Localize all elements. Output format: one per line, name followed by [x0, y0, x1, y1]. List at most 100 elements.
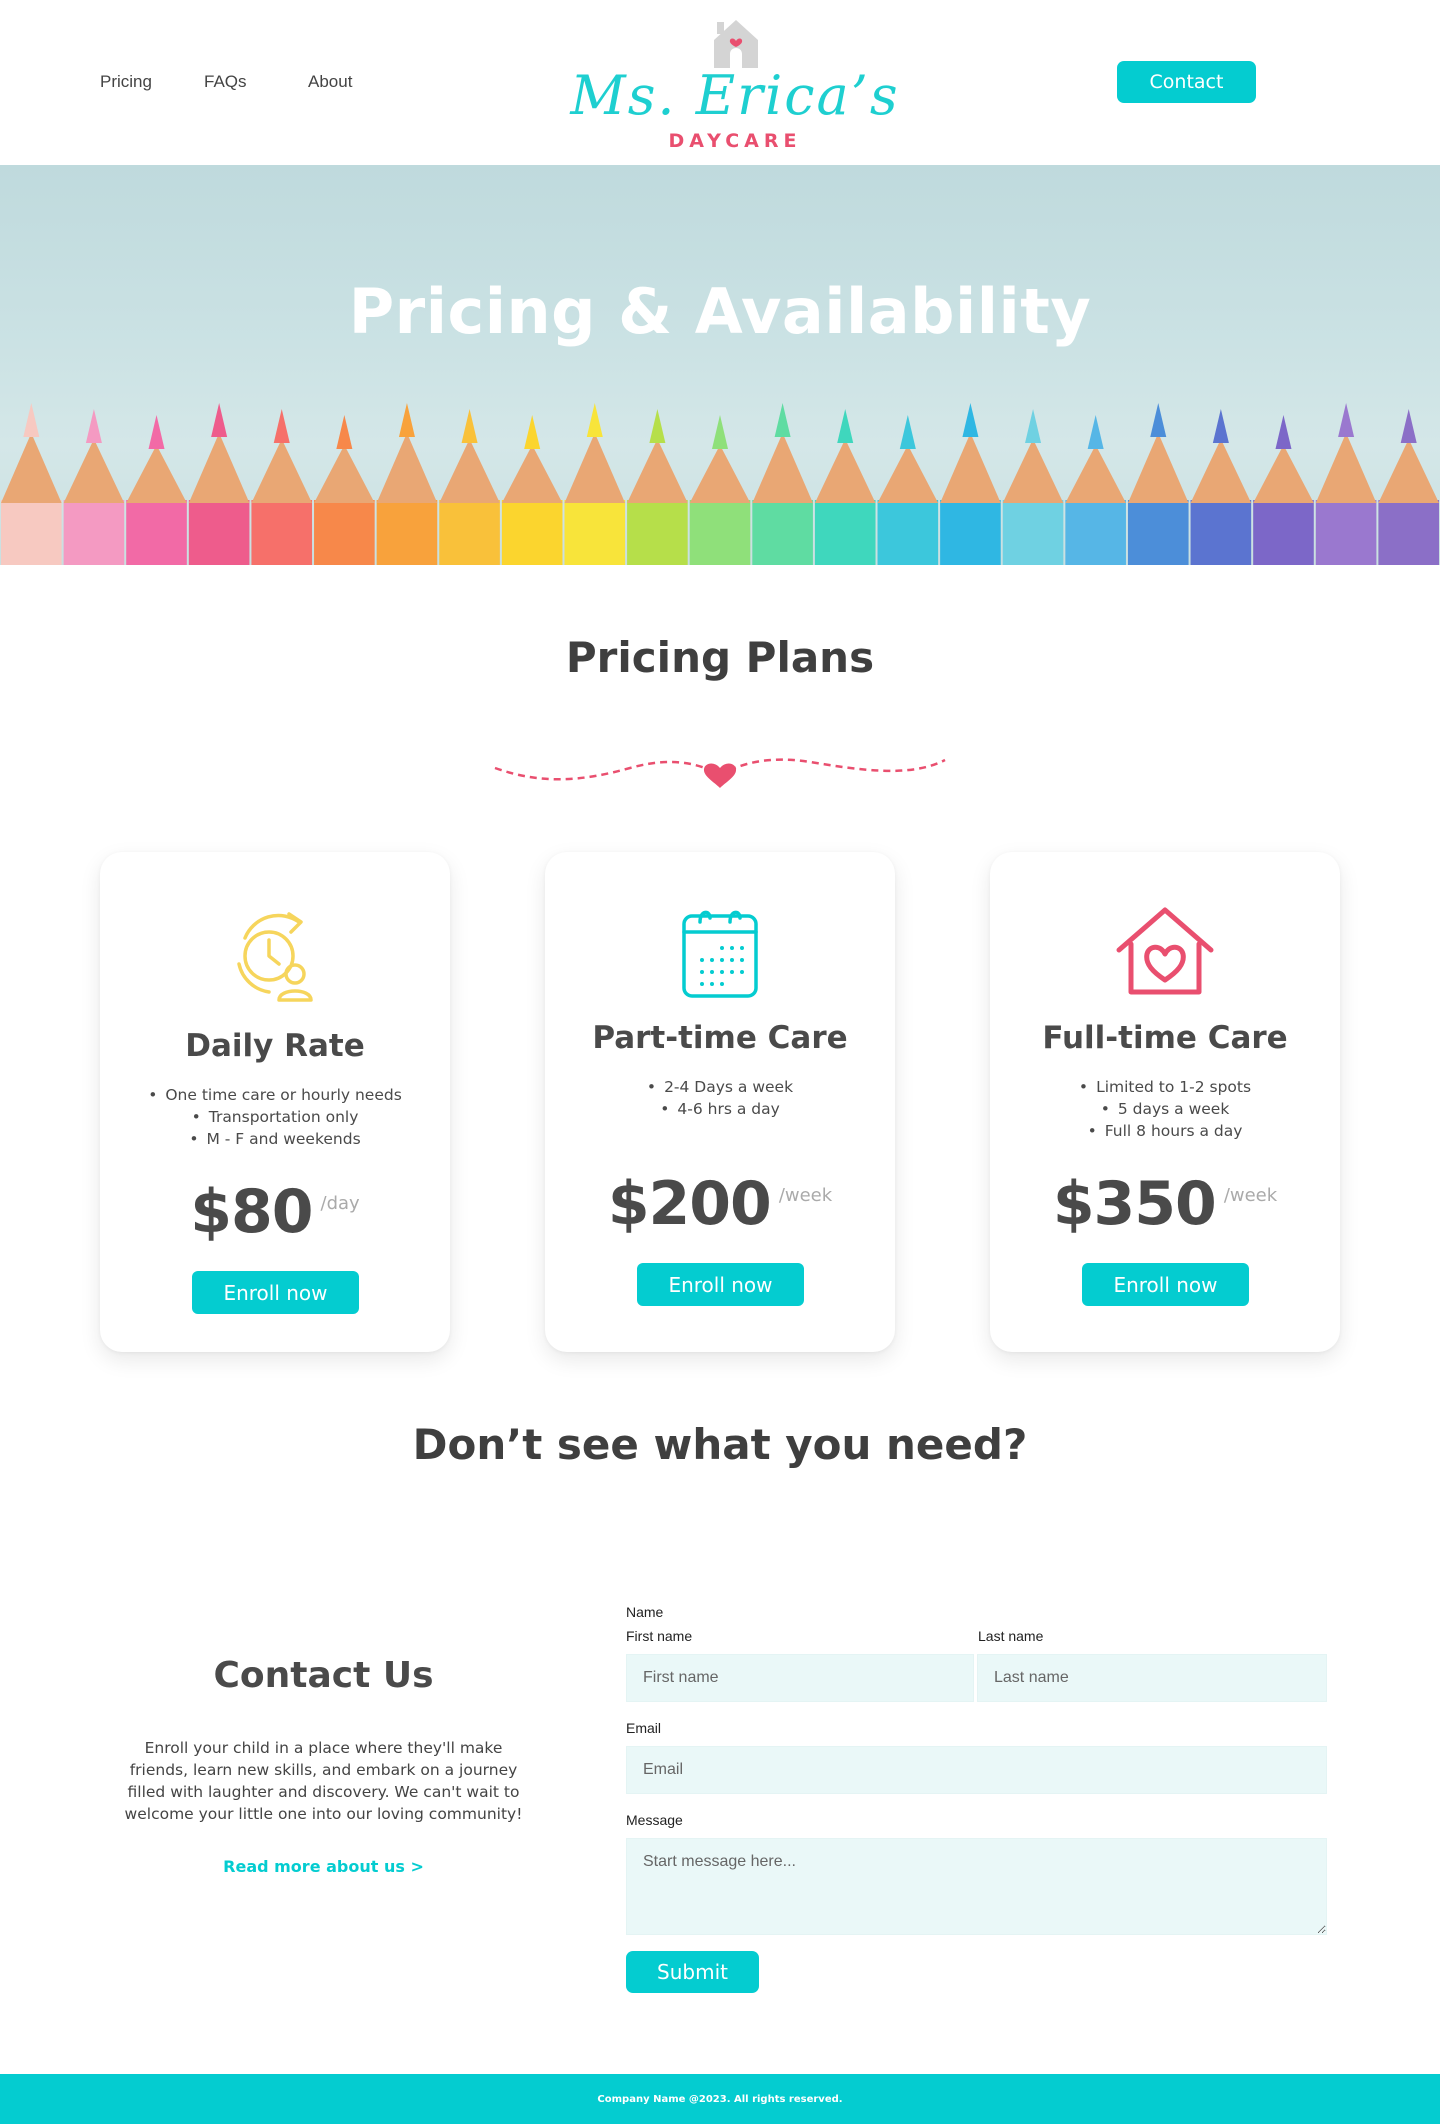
- pencil-wood: [1, 433, 62, 503]
- read-more-link[interactable]: Read more about us >: [100, 1857, 547, 1876]
- pencil-tip: [899, 415, 916, 449]
- enroll-button-daily[interactable]: Enroll now: [192, 1271, 359, 1314]
- pencil-wood: [1002, 439, 1064, 503]
- contact-description: Enroll your child in a place where they'…: [124, 1739, 523, 1823]
- pencil-tip: [1087, 415, 1104, 449]
- pencil-wood: [814, 439, 876, 503]
- pencil-body: [814, 500, 876, 565]
- plan-feature: Limited to 1-2 spots: [990, 1076, 1340, 1098]
- plan-price-unit: /week: [1223, 1185, 1278, 1206]
- pricing-card-daily: Daily Rate One time care or hourly needs…: [100, 852, 450, 1352]
- last-name-field[interactable]: [977, 1654, 1327, 1702]
- pencil-body: [877, 500, 939, 565]
- first-name-label: First name: [626, 1628, 693, 1644]
- plan-price: $200: [607, 1169, 772, 1239]
- logo-tagline: DAYCARE: [668, 130, 802, 152]
- last-name-label: Last name: [978, 1628, 1044, 1644]
- enroll-button-part-time[interactable]: Enroll now: [637, 1263, 804, 1306]
- plan-price-unit: /week: [778, 1185, 833, 1206]
- plan-feature: Transportation only: [100, 1106, 450, 1128]
- plan-feature: 5 days a week: [990, 1098, 1340, 1120]
- pencil-tip: [211, 403, 228, 437]
- name-label: Name: [626, 1604, 664, 1620]
- email-field[interactable]: [626, 1746, 1327, 1794]
- site-footer: Company Name @2023. All rights reserved.: [0, 2074, 1440, 2124]
- pencil-wood: [564, 433, 626, 503]
- pencil-tip: [398, 403, 415, 437]
- plan-feature: One time care or hourly needs: [100, 1084, 450, 1106]
- pencil-tip: [1150, 403, 1167, 437]
- pencil-tip: [1275, 415, 1292, 449]
- copyright-text: Company Name @2023. All rights reserved.: [597, 2093, 843, 2105]
- pencil-wood: [1190, 439, 1252, 503]
- clock-person-icon: [237, 912, 313, 1002]
- pencil-wood: [251, 439, 313, 503]
- first-name-field[interactable]: [626, 1654, 974, 1702]
- pencil-wood: [752, 433, 813, 503]
- pencil-tip: [774, 403, 791, 437]
- pencil-body: [752, 500, 813, 565]
- heart-divider-icon: [494, 758, 946, 788]
- plan-price-row: $80 /day: [100, 1177, 450, 1247]
- pencil-body: [627, 500, 688, 565]
- need-title: Don’t see what you need?: [412, 1420, 1028, 1469]
- pencil-body: [439, 500, 500, 565]
- house-heart-icon: [1116, 907, 1214, 995]
- pencil-wood: [1378, 439, 1439, 503]
- pencil-tip: [524, 415, 541, 449]
- plan-features: One time care or hourly needs Transporta…: [100, 1084, 450, 1150]
- colored-pencils-image: [1, 403, 1439, 565]
- pencil-wood: [126, 445, 187, 503]
- pencil-wood: [63, 439, 125, 503]
- plan-title: Daily Rate: [185, 1028, 365, 1064]
- nav-link-about[interactable]: About: [308, 72, 352, 92]
- nav-link-faqs[interactable]: FAQs: [204, 72, 247, 92]
- contact-title: Contact Us: [213, 1655, 434, 1696]
- plan-title: Full-time Care: [1042, 1020, 1288, 1056]
- pencil-wood: [877, 445, 939, 503]
- pencil-body: [188, 500, 250, 565]
- hero-banner: Pricing & Availability: [0, 165, 1440, 565]
- pencil-body: [1065, 500, 1126, 565]
- plan-feature: Full 8 hours a day: [990, 1120, 1340, 1142]
- pencil-body: [1, 500, 62, 565]
- pricing-card-full-time: Full-time Care Limited to 1-2 spots 5 da…: [990, 852, 1340, 1352]
- pencil-tip: [336, 415, 353, 449]
- pricing-title: Pricing Plans: [565, 633, 875, 682]
- message-label: Message: [626, 1812, 683, 1828]
- pencil-wood: [940, 433, 1001, 503]
- pencil-body: [501, 500, 563, 565]
- pencil-wood: [314, 445, 375, 503]
- plan-feature: 2-4 Days a week: [545, 1076, 895, 1098]
- pencil-tip: [1212, 409, 1229, 443]
- submit-button[interactable]: Submit: [626, 1951, 759, 1993]
- plan-price-row: $200 /week: [545, 1169, 895, 1239]
- pencil-tip: [1400, 409, 1417, 443]
- pencil-wood: [1253, 445, 1314, 503]
- plan-feature: M - F and weekends: [100, 1128, 450, 1150]
- pencil-tip: [23, 403, 40, 437]
- pencil-wood: [439, 439, 500, 503]
- message-field[interactable]: [626, 1838, 1327, 1935]
- plan-features: Limited to 1-2 spots 5 days a week Full …: [990, 1076, 1340, 1142]
- pencil-tip: [1338, 403, 1355, 437]
- pencil-body: [1315, 500, 1377, 565]
- plan-price: $350: [1052, 1169, 1217, 1239]
- pencil-wood: [627, 439, 688, 503]
- email-label: Email: [626, 1720, 662, 1736]
- enroll-button-full-time[interactable]: Enroll now: [1082, 1263, 1249, 1306]
- contact-button[interactable]: Contact: [1117, 61, 1256, 103]
- pencil-tip: [712, 415, 728, 449]
- plan-features: 2-4 Days a week 4-6 hrs a day: [545, 1076, 895, 1120]
- pencil-wood: [689, 445, 751, 503]
- pencil-wood: [188, 433, 250, 503]
- pencil-tip: [461, 409, 478, 443]
- site-logo[interactable]: Ms. Erica’s DAYCARE: [570, 12, 900, 152]
- pencil-tip: [586, 403, 603, 437]
- plan-price-unit: /day: [320, 1193, 360, 1214]
- pencil-tip: [85, 409, 102, 443]
- hero-title: Pricing & Availability: [348, 275, 1092, 348]
- pricing-card-part-time: Part-time Care 2-4 Days a week 4-6 hrs a…: [545, 852, 895, 1352]
- pencil-body: [314, 500, 375, 565]
- nav-link-pricing[interactable]: Pricing: [100, 72, 152, 92]
